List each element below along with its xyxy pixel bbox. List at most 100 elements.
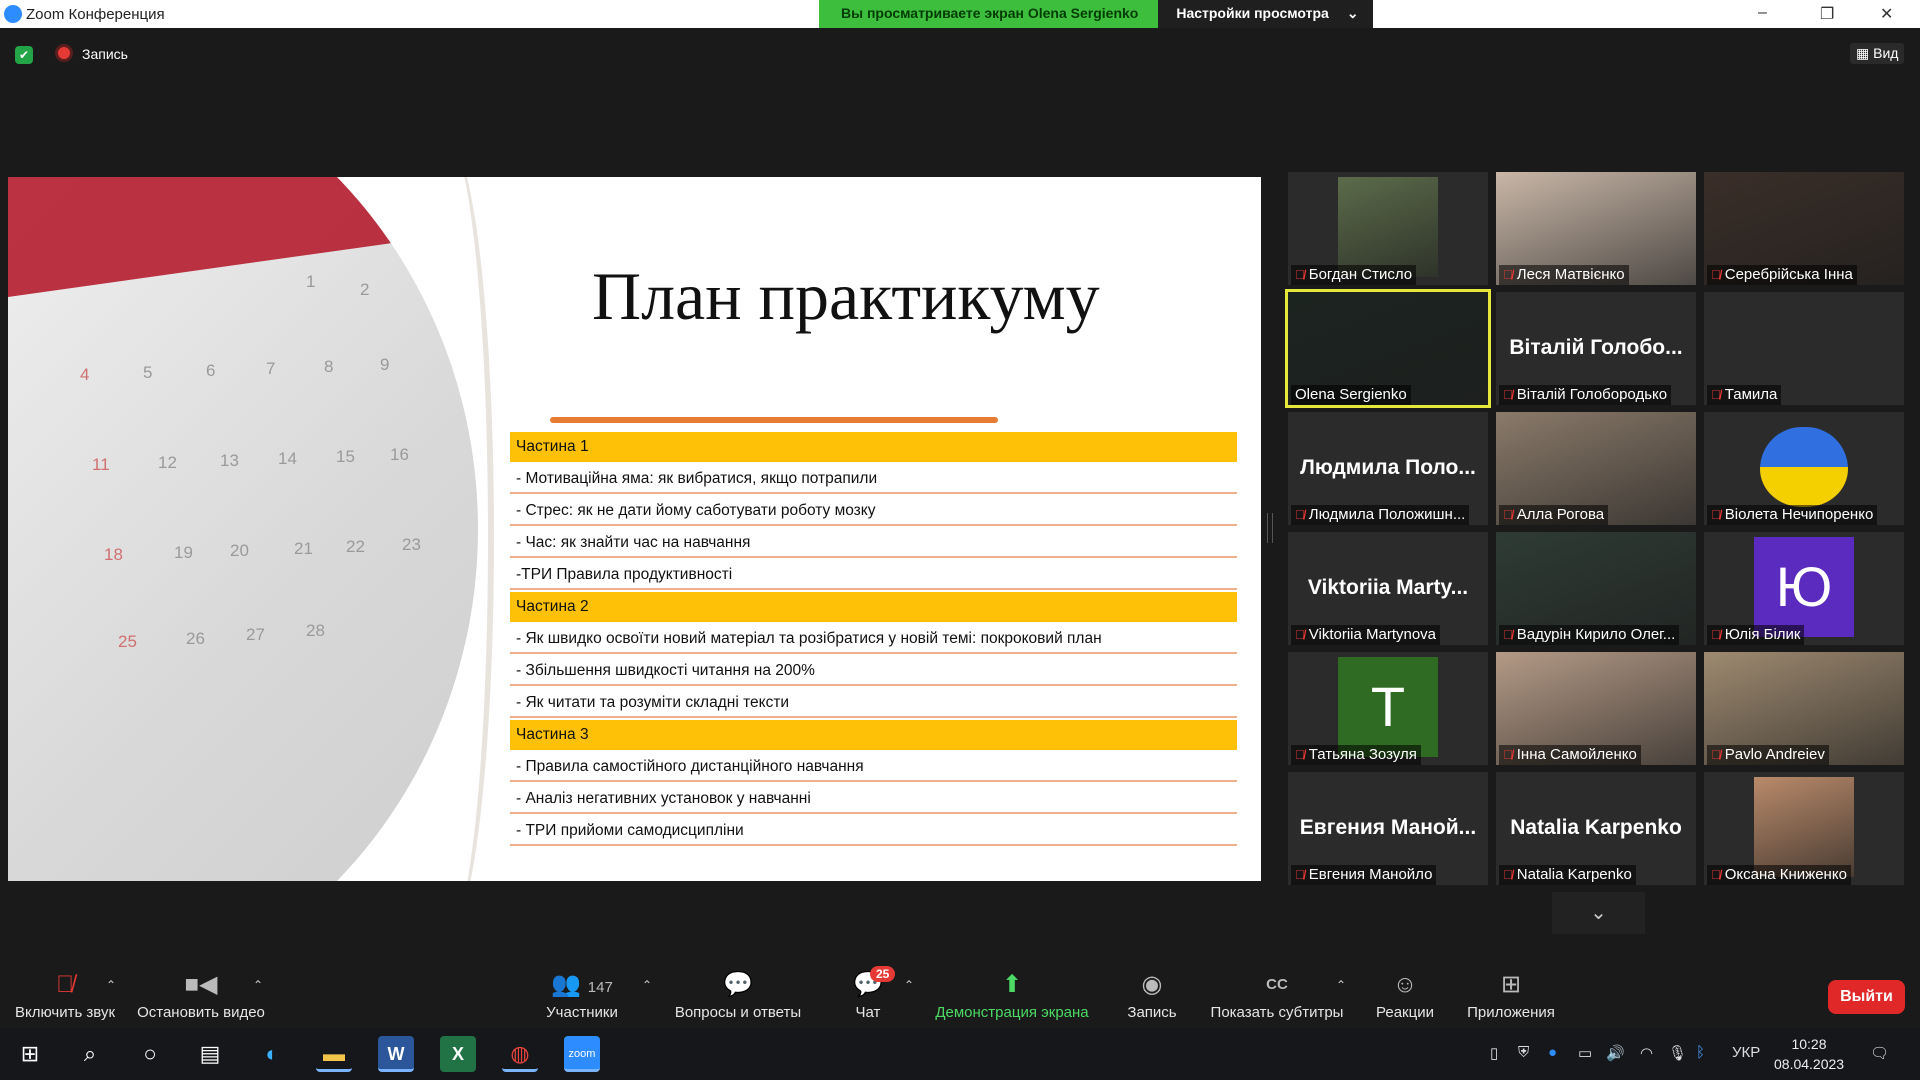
agenda-item: -ТРИ Правила продуктивності (510, 560, 1237, 590)
participant-tile[interactable]: 🎙̸ Вадурін Кирило Олег... (1496, 532, 1696, 645)
view-button[interactable]: ▦ Вид (1850, 43, 1905, 64)
keyboard-language[interactable]: УКР (1732, 1044, 1760, 1061)
participant-tile[interactable]: 🎙̸ Серебрійська Інна (1704, 172, 1904, 285)
chat-label: Чат (855, 1004, 881, 1021)
qa-button[interactable]: 💬 Вопросы и ответы (672, 970, 804, 1021)
share-screen-icon: ⬆ (1001, 971, 1023, 998)
captions-options-caret[interactable]: ⌃ (1336, 978, 1346, 992)
view-options-button[interactable]: Настройки просмотра ⌄ (1158, 0, 1373, 28)
video-camera-icon: ■◀ (184, 971, 218, 998)
edge-browser-icon[interactable]: ◐ (254, 1036, 290, 1072)
participant-tile[interactable]: Евгения Маной... 🎙̸ Евгения Манойло (1288, 772, 1488, 885)
excel-icon[interactable]: X (440, 1036, 476, 1072)
panel-resize-handle[interactable] (1267, 513, 1273, 543)
captions-button[interactable]: CC Показать субтитры (1210, 970, 1344, 1021)
mic-muted-icon: 🎙̸ (1503, 507, 1513, 522)
close-button[interactable]: ✕ (1880, 4, 1893, 24)
microphone-icon[interactable]: 🎙 (1668, 1044, 1687, 1062)
participant-name-label: 🎙̸ Евгения Манойло (1291, 865, 1437, 885)
participant-name: Татьяна Зозуля (1308, 746, 1417, 763)
record-button[interactable]: ◉ Запись (1124, 970, 1180, 1021)
defender-icon[interactable]: ⛨ (1518, 1044, 1529, 1061)
calendar-day-number: 5 (143, 363, 153, 382)
participant-name: Вадурін Кирило Олег... (1516, 626, 1676, 643)
participant-tile[interactable]: 🎙̸ Pavlo Andreiev (1704, 652, 1904, 765)
participant-tile[interactable]: 🎙̸ Тамила (1704, 292, 1904, 405)
battery-icon[interactable]: ▭ (1578, 1044, 1592, 1062)
participant-tile[interactable]: 🎙̸ Інна Самойленко (1496, 652, 1696, 765)
zoom-tray-icon[interactable]: ● (1548, 1044, 1557, 1061)
cortana-icon[interactable]: ○ (132, 1036, 168, 1072)
calendar-day-number: 11 (92, 455, 110, 474)
participant-tile[interactable]: Людмила Поло... 🎙̸ Людмила Положишн... (1288, 412, 1488, 525)
chrome-icon[interactable]: ◍ (502, 1036, 538, 1072)
gallery-next-button[interactable]: ⌄ (1552, 892, 1645, 934)
participant-tile[interactable]: 🎙̸ Богдан Стисло (1288, 172, 1488, 285)
bluetooth-icon[interactable]: ᛒ (1696, 1044, 1705, 1061)
participant-display-name: Natalia Karpenko (1510, 816, 1682, 839)
agenda-section-header: Частина 1 (510, 432, 1237, 462)
participant-tile[interactable]: 🎙̸ Алла Рогова (1496, 412, 1696, 525)
search-icon[interactable]: ⌕ (72, 1036, 108, 1072)
task-view-icon[interactable]: ▤ (192, 1036, 228, 1072)
participant-name-label: 🎙̸ Богдан Стисло (1291, 265, 1417, 285)
title-underline (550, 417, 998, 423)
share-screen-button[interactable]: ⬆ Демонстрация экрана (932, 970, 1092, 1021)
participants-options-caret[interactable]: ⌃ (642, 978, 652, 992)
agenda-item: - Як читати та розуміти складні тексти (510, 688, 1237, 718)
notifications-icon[interactable]: 🗨 (1870, 1044, 1889, 1062)
decorative-arc (398, 177, 494, 881)
participant-tile[interactable]: Viktoriia Marty... 🎙̸ Viktoriia Martynova (1288, 532, 1488, 645)
clock-date: 08.04.2023 (1774, 1056, 1845, 1072)
system-clock[interactable]: 10:28 08.04.2023 (1774, 1034, 1844, 1074)
wifi-icon[interactable]: ◠ (1640, 1044, 1653, 1062)
window-title: Zoom Конференция (26, 6, 165, 23)
audio-options-caret[interactable]: ⌃ (106, 978, 116, 992)
cc-icon: CC (1266, 976, 1288, 993)
participant-tile[interactable]: 🎙̸ Леся Матвієнко (1496, 172, 1696, 285)
participant-name-label: 🎙̸ Віолета Нечипоренко (1707, 505, 1878, 525)
participant-tile[interactable]: 🎙̸ Оксана Книженко (1704, 772, 1904, 885)
participant-name: Оксана Книженко (1724, 866, 1847, 883)
mic-muted-icon: 🎙̸ (1503, 867, 1513, 882)
minimize-button[interactable]: – (1758, 4, 1767, 22)
agenda-item: - ТРИ прийоми самодисципліни (510, 816, 1237, 846)
chat-options-caret[interactable]: ⌃ (904, 978, 914, 992)
participants-button[interactable]: 👥 147 Участники (540, 970, 624, 1021)
mic-muted-icon: 🎙̸ (1295, 627, 1305, 642)
participant-name-label: 🎙̸ Татьяна Зозуля (1291, 745, 1421, 765)
calendar-day-number: 1 (306, 272, 316, 291)
mic-muted-icon: 🎙̸ (1295, 747, 1305, 762)
participant-tile[interactable]: T 🎙̸ Татьяна Зозуля (1288, 652, 1488, 765)
recording-label[interactable]: Запись (82, 46, 128, 62)
volume-icon[interactable]: 🔊 (1606, 1044, 1625, 1062)
participant-tile[interactable]: Natalia Karpenko 🎙̸ Natalia Karpenko (1496, 772, 1696, 885)
participant-name-label: 🎙̸ Людмила Положишн... (1291, 505, 1470, 525)
heart-flag-icon (1754, 417, 1854, 517)
calendar-day-number: 7 (266, 359, 276, 378)
agenda-item: - Аналіз негативних установок у навчанні (510, 784, 1237, 814)
participant-tile[interactable]: 🎙̸ Віолета Нечипоренко (1704, 412, 1904, 525)
word-icon[interactable]: W (378, 1036, 414, 1072)
usb-icon[interactable]: ▯ (1490, 1044, 1498, 1062)
share-banner: Вы просматриваете экран Olena Sergienko … (819, 0, 1373, 28)
restore-button[interactable]: ❐ (1820, 4, 1834, 24)
unmute-button[interactable]: 🎙̸ Включить звук (10, 970, 120, 1021)
participant-tile[interactable]: Olena Sergienko (1285, 289, 1491, 408)
file-explorer-icon[interactable]: ▬ (316, 1036, 352, 1072)
stop-video-button[interactable]: ■◀ Остановить видео (136, 970, 266, 1021)
video-options-caret[interactable]: ⌃ (253, 978, 263, 992)
mic-muted-icon: 🎙̸ (1711, 267, 1721, 282)
participant-video (1338, 177, 1438, 277)
participant-tile[interactable]: Віталій Голобо... 🎙̸ Віталій Голобородько (1496, 292, 1696, 405)
record-label: Запись (1127, 1004, 1177, 1021)
apps-button[interactable]: ⊞ Приложения (1464, 970, 1558, 1021)
leave-button[interactable]: Выйти (1828, 980, 1905, 1014)
agenda-table: Частина 1- Мотиваційна яма: як вибратися… (510, 432, 1237, 848)
windows-start-icon[interactable]: ⊞ (12, 1036, 48, 1072)
reactions-button[interactable]: ☺ Реакции (1374, 970, 1436, 1021)
participant-tile[interactable]: Ю 🎙̸ Юлія Білик (1704, 532, 1904, 645)
security-shield-icon[interactable]: ✔ (15, 46, 33, 64)
zoom-taskbar-icon[interactable]: zoom (564, 1036, 600, 1072)
participant-name-label: 🎙̸ Віталій Голобородько (1499, 385, 1672, 405)
